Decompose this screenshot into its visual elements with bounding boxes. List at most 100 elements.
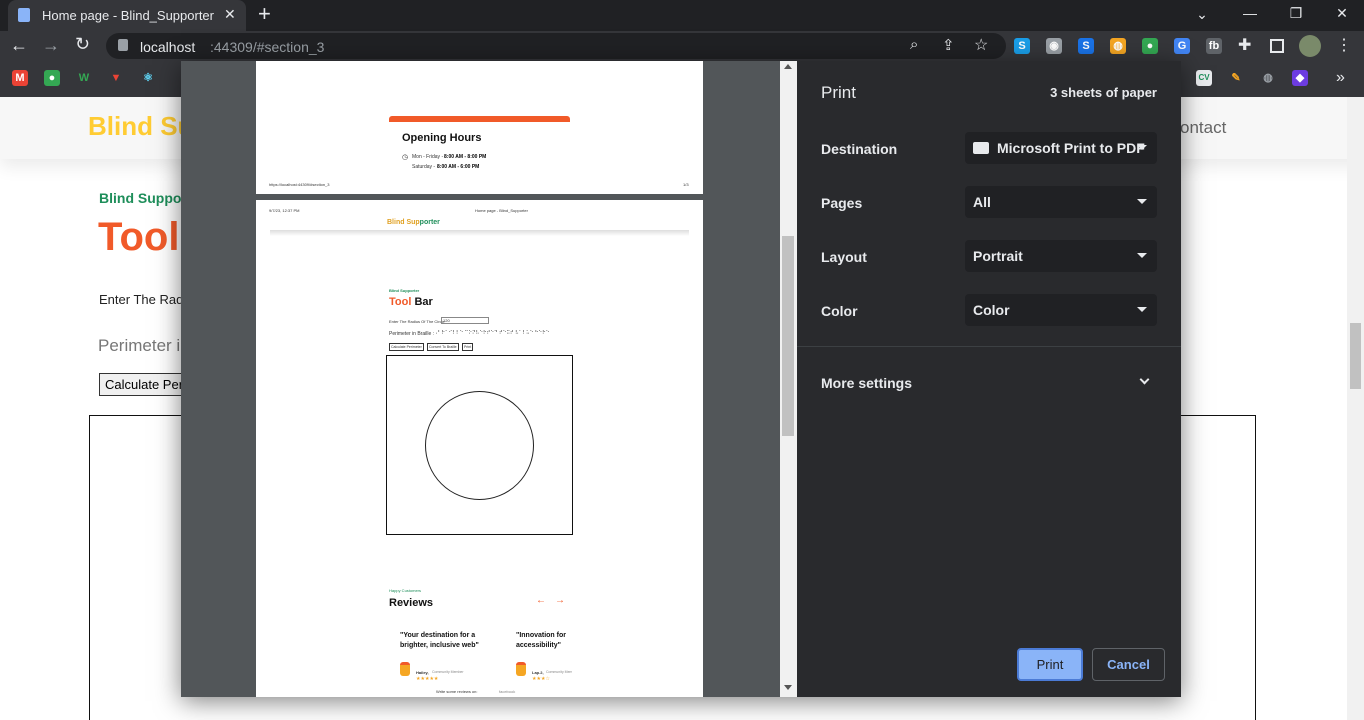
scroll-thumb[interactable] — [782, 236, 794, 436]
page2-perimeter-braille: ⠠⠃⠗⠁⠊⠇⠇⠑ ⠉⠕⠝⠧⠑⠗⠞⠑⠙ ⠞⠑⠭⠞ ⠧⠁⠇⠥⠑ ⠓⠑⠗⠑ — [434, 330, 550, 336]
nav-contact-link[interactable]: ontact — [1180, 118, 1226, 138]
extension-orange-icon[interactable]: ◍ — [1110, 38, 1126, 54]
print-dialog: Opening Hours ◷ Mon - Friday - 8:00 AM -… — [181, 61, 1181, 697]
tab-title: Home page - Blind_Supporter — [42, 8, 214, 23]
address-bar[interactable]: localhost :44309/#section_3 ⌕ ⇪ ☆ — [106, 33, 1006, 59]
pages-value: All — [973, 194, 991, 210]
reviews-kicker: Happy Customers — [389, 588, 422, 593]
share-icon[interactable]: ⇪ — [942, 36, 955, 54]
section-kicker: Blind Support — [99, 190, 192, 206]
page2-radius-input: 120 — [441, 317, 489, 324]
color-select[interactable]: Color — [965, 294, 1157, 326]
camera-extension-icon[interactable]: ◉ — [1046, 38, 1062, 54]
zoom-icon[interactable]: ⌕ — [910, 36, 918, 53]
more-settings-label: More settings — [821, 375, 913, 391]
scroll-up-arrow[interactable] — [784, 64, 792, 69]
react-icon[interactable]: ⚛ — [140, 70, 156, 86]
page2-title-b: Bar — [414, 296, 433, 308]
layout-select[interactable]: Portrait — [965, 240, 1157, 272]
forward-icon[interactable]: → — [42, 35, 60, 56]
page2-header-title: Home page - Blind_Supporter — [475, 208, 528, 213]
page2-canvas — [386, 355, 573, 535]
page1-footer-url: https://localhost:44309/#section_3 — [269, 182, 330, 187]
page2-perimeter-label: Perimeter in Braille : — [389, 331, 435, 337]
page2-title: Tool Bar — [389, 296, 433, 308]
toolbar: ← → ↻ localhost :44309/#section_3 ⌕ ⇪ ☆ … — [0, 31, 1364, 61]
close-window-button[interactable]: ✕ — [1332, 5, 1352, 22]
review2-name: Lap.2, — [532, 670, 544, 675]
page2-brand-b: porter — [419, 219, 440, 226]
preview-scrollbar[interactable] — [780, 61, 797, 697]
print-button[interactable]: Print — [1017, 648, 1083, 681]
page-scroll-thumb[interactable] — [1350, 323, 1361, 389]
hours-row1-day: Mon - Friday - — [412, 154, 444, 160]
layout-label: Layout — [821, 249, 867, 265]
calculate-perimeter-button[interactable]: Calculate Peri — [99, 373, 189, 396]
profile-avatar[interactable] — [1299, 35, 1321, 57]
site-brand[interactable]: Blind Su — [88, 111, 193, 142]
restore-button[interactable]: ❐ — [1286, 5, 1306, 22]
page-scrollbar[interactable] — [1347, 97, 1364, 720]
page2-brand: Blind Supporter — [387, 219, 440, 226]
review2-stars: ★★★☆ — [532, 676, 550, 682]
cancel-button[interactable]: Cancel — [1092, 648, 1165, 681]
extension-s-icon[interactable]: S — [1014, 38, 1030, 54]
print-title: Print — [821, 83, 856, 102]
close-tab-icon[interactable]: ✕ — [224, 6, 236, 23]
section-title: Tool — [98, 215, 180, 259]
scroll-down-arrow[interactable] — [784, 685, 792, 690]
more-settings-toggle[interactable]: More settings — [797, 361, 1181, 405]
bookmark-w-icon[interactable]: W — [76, 70, 92, 86]
translate-extension-icon[interactable]: G — [1174, 38, 1190, 54]
opening-hours-title: Opening Hours — [402, 132, 482, 144]
side-panel-icon[interactable] — [1270, 39, 1284, 53]
chevron-down-icon — [1137, 145, 1147, 150]
tab-search-icon[interactable]: ⌄ — [1192, 6, 1212, 23]
reviews-prev-arrow: ← — [536, 595, 546, 606]
page2-print-button: Print — [462, 343, 474, 351]
review2-quote: "Innovation for accessibility" — [516, 632, 566, 649]
bookmark-colorful-icon[interactable]: ✎ — [1228, 70, 1244, 86]
review2-avatar — [516, 662, 526, 676]
bookmark-cv-icon[interactable]: CV — [1196, 70, 1212, 86]
hours-row2-day: Saturday - — [412, 164, 436, 170]
browser-tab[interactable]: Home page - Blind_Supporter ✕ — [8, 0, 246, 31]
chevron-down-icon — [1137, 307, 1147, 312]
extension-green-icon[interactable]: ● — [1142, 38, 1158, 54]
reviews-title: Reviews — [389, 597, 434, 609]
minimize-button[interactable]: — — [1240, 5, 1260, 21]
review1-avatar — [400, 662, 410, 676]
more-bookmarks-icon[interactable]: » — [1336, 69, 1345, 87]
reload-icon[interactable]: ↻ — [75, 34, 90, 55]
bookmark-purple-icon[interactable]: ◆ — [1292, 70, 1308, 86]
gmail-icon[interactable]: M — [12, 70, 28, 86]
menu-kebab-icon[interactable]: ⋮ — [1336, 35, 1352, 55]
new-tab-button[interactable]: + — [258, 1, 271, 27]
color-value: Color — [973, 302, 1010, 318]
bookmark-star-icon[interactable]: ☆ — [974, 35, 988, 55]
extension-s2-icon[interactable]: S — [1078, 38, 1094, 54]
globe-icon[interactable]: ◍ — [1260, 70, 1276, 86]
destination-label: Destination — [821, 141, 898, 157]
tab-strip: Home page - Blind_Supporter ✕ + ⌄ — ❐ ✕ — [0, 0, 1364, 31]
back-icon[interactable]: ← — [10, 35, 28, 56]
write-review-text: Write some reviews on: — [436, 689, 478, 694]
extensions-puzzle-icon[interactable]: ✚ — [1238, 35, 1251, 55]
pages-select[interactable]: All — [965, 186, 1157, 218]
destination-select[interactable]: Microsoft Print to PDF — [965, 132, 1157, 164]
preview-page-2: 9/7/23, 12:37 PM Home page - Blind_Suppo… — [256, 200, 703, 697]
extension-gray-icon[interactable]: fb — [1206, 38, 1222, 54]
bookmark-red-icon[interactable]: ▼ — [108, 70, 124, 86]
write-review-link: facebook — [499, 689, 516, 694]
page2-calc-button: Calculate Perimeter — [389, 343, 424, 351]
page1-footer-number: 1/3 — [683, 182, 689, 187]
review1-role: Community Member — [432, 670, 464, 674]
maps-icon[interactable]: ● — [44, 70, 60, 86]
reviews-next-arrow: → — [555, 595, 565, 606]
page2-header-shadow — [270, 230, 689, 236]
url-host: localhost — [140, 39, 196, 55]
page-icon — [18, 8, 30, 22]
review1-stars: ★★★★★ — [416, 676, 439, 682]
perimeter-label: Perimeter in — [98, 336, 190, 355]
circle-drawing — [425, 391, 534, 500]
